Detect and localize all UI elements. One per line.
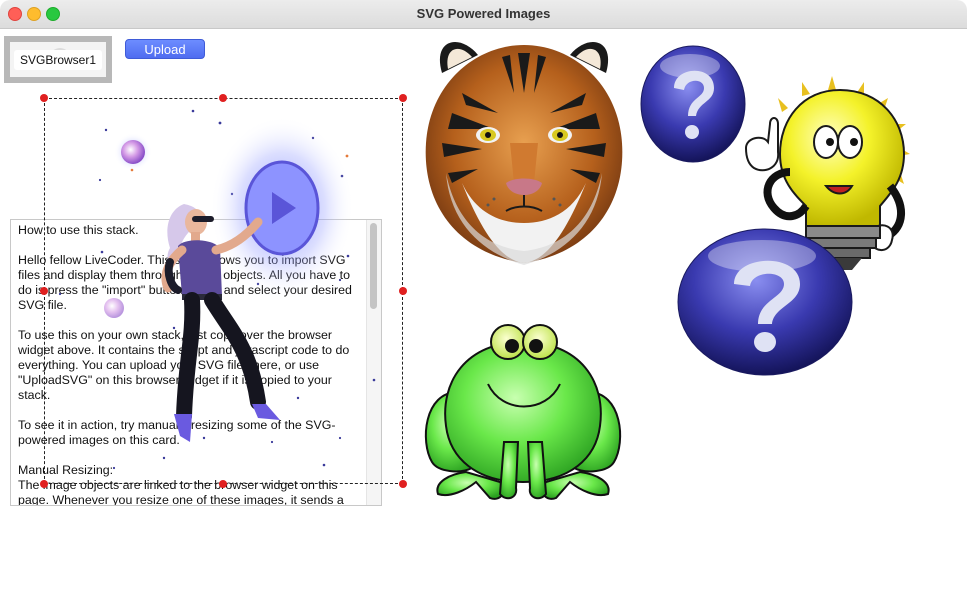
resize-handle-bottom-left[interactable] [40,480,48,488]
resize-handle-top-left[interactable] [40,94,48,102]
question-ball-large-image[interactable] [676,228,854,378]
resize-handle-bottom-right[interactable] [399,480,407,488]
app-window: SVG Powered Images SVGBrowser1 Upload Ho… [0,0,967,591]
resize-handle-right[interactable] [399,287,407,295]
window-title: SVG Powered Images [416,6,551,21]
frog-image[interactable] [420,322,626,504]
resize-handle-left[interactable] [40,287,48,295]
resize-handle-bottom[interactable] [219,480,227,488]
question-ball-small-image[interactable] [640,44,746,164]
upload-button[interactable]: Upload [125,39,205,59]
resize-handle-top-right[interactable] [399,94,407,102]
dancer-image[interactable] [44,98,403,484]
browser-widget-label: SVGBrowser1 [14,50,102,70]
tiger-image[interactable] [422,33,626,265]
resize-handle-top[interactable] [219,94,227,102]
title-bar[interactable]: SVG Powered Images [0,0,967,29]
